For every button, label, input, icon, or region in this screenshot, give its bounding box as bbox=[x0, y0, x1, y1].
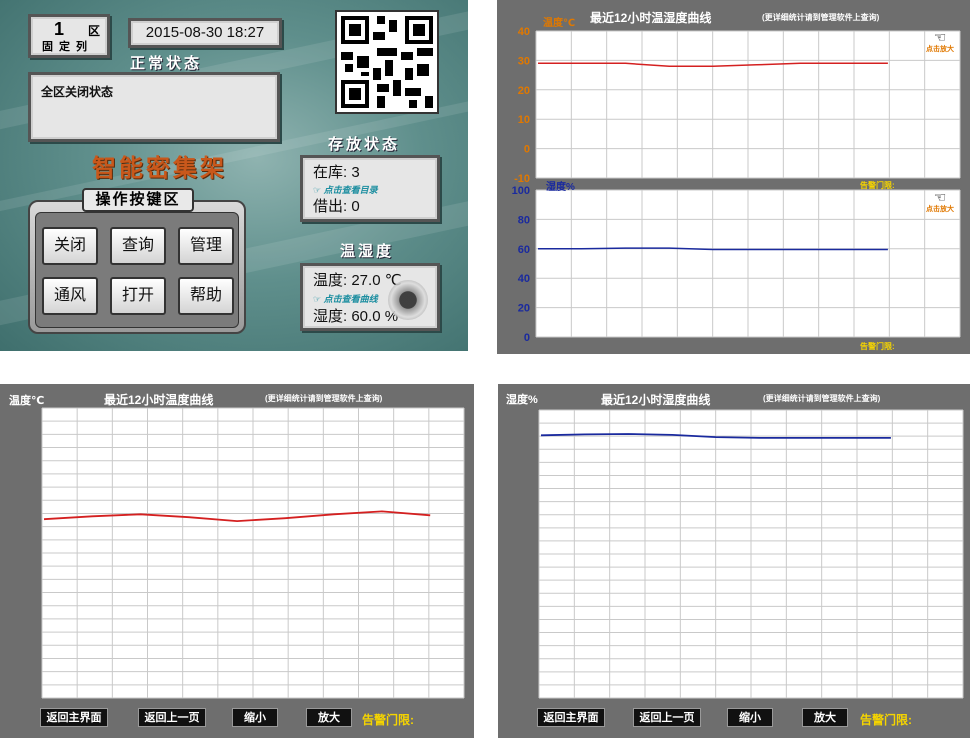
zone-unit: 区 bbox=[88, 24, 101, 38]
y-tick-label: 100 bbox=[512, 185, 530, 197]
temp-zoom-in-button[interactable]: 放大 bbox=[306, 708, 352, 727]
zoom-humidity-chart[interactable]: ☜ 点击放大 bbox=[922, 190, 958, 214]
zoom-temp-chart[interactable]: ☜ 点击放大 bbox=[922, 30, 958, 54]
knob-icon bbox=[388, 280, 428, 320]
operations-title: 操作按键区 bbox=[82, 188, 194, 212]
in-stock-label: 在库: bbox=[313, 164, 348, 181]
state-title: 正常状态 bbox=[130, 55, 203, 72]
catalog-hint[interactable]: 点击查看目录 bbox=[324, 185, 378, 195]
zoom-hint-label: 点击放大 bbox=[926, 206, 954, 213]
pointer-hand-icon: ☜ bbox=[933, 29, 947, 45]
y-tick-label: 40 bbox=[518, 26, 530, 38]
temp-zoom-out-button[interactable]: 缩小 bbox=[232, 708, 278, 727]
lent-label: 借出: bbox=[313, 198, 348, 215]
pointer-hand-icon: ☜ bbox=[933, 189, 947, 205]
temp-alarm-label: 告警门限: bbox=[362, 713, 414, 727]
zone-number: 1 bbox=[54, 19, 65, 39]
humidity-alarm-label: 告警门限: bbox=[860, 713, 912, 727]
lent-value: 0 bbox=[351, 198, 360, 215]
y-tick-label: 0 bbox=[524, 332, 530, 344]
close-button[interactable]: 关闭 bbox=[42, 227, 98, 265]
environment-title: 温湿度 bbox=[340, 243, 395, 260]
manage-button[interactable]: 管理 bbox=[178, 227, 234, 265]
y-tick-label: 20 bbox=[518, 303, 530, 315]
temp-label: 温度: bbox=[313, 272, 348, 289]
y-tick-label: 40 bbox=[518, 273, 530, 285]
dual-chart-svg: 403020100-10 100806040200 bbox=[512, 26, 961, 344]
temp-home-button[interactable]: 返回主界面 bbox=[40, 708, 108, 727]
curve-hint[interactable]: 点击查看曲线 bbox=[324, 294, 378, 304]
ventilate-button[interactable]: 通风 bbox=[42, 277, 98, 315]
dual-humidity-axis-label: 湿度% bbox=[546, 182, 575, 193]
y-tick-label: 30 bbox=[518, 55, 530, 67]
humidity-back-button[interactable]: 返回上一页 bbox=[633, 708, 701, 727]
query-button[interactable]: 查询 bbox=[110, 227, 166, 265]
y-tick-label: 10 bbox=[518, 114, 530, 126]
dual-temp-alarm-label: 告警门限: bbox=[860, 181, 895, 190]
zone-type: 固定列 bbox=[42, 41, 93, 53]
qr-code-icon bbox=[335, 10, 439, 114]
humidity-home-button[interactable]: 返回主界面 bbox=[537, 708, 605, 727]
humidity-label: 湿度: bbox=[313, 308, 348, 325]
open-button[interactable]: 打开 bbox=[110, 277, 166, 315]
humidity-zoom-in-button[interactable]: 放大 bbox=[802, 708, 848, 727]
y-tick-label: -10 bbox=[514, 173, 530, 185]
humidity-chart-svg bbox=[538, 409, 964, 699]
y-tick-label: 0 bbox=[524, 144, 530, 156]
humidity-value: 60.0 bbox=[351, 308, 381, 325]
help-button[interactable]: 帮助 bbox=[178, 277, 234, 315]
temperature-chart-svg bbox=[41, 407, 465, 699]
temp-value: 27.0 bbox=[351, 272, 381, 289]
brand-title: 智能密集架 bbox=[92, 155, 227, 182]
storage-box[interactable]: 在库: 3 ☞ 点击查看目录 借出: 0 bbox=[300, 155, 440, 222]
storage-title: 存放状态 bbox=[328, 136, 401, 153]
zoom-hint-label: 点击放大 bbox=[926, 46, 954, 53]
dual-humidity-alarm-label: 告警门限: bbox=[860, 342, 895, 351]
pointer-hand-icon: ☞ bbox=[313, 185, 322, 195]
pointer-hand-icon: ☞ bbox=[313, 294, 322, 304]
y-tick-label: 20 bbox=[518, 85, 530, 97]
datetime-display: 2015-08-30 18:27 bbox=[128, 18, 282, 48]
humidity-zoom-out-button[interactable]: 缩小 bbox=[727, 708, 773, 727]
y-tick-label: 80 bbox=[518, 214, 530, 226]
state-message: 全区关闭状态 bbox=[28, 72, 280, 142]
temp-back-button[interactable]: 返回上一页 bbox=[138, 708, 206, 727]
in-stock-value: 3 bbox=[351, 164, 360, 181]
dual-temp-axis-label: 温度℃ bbox=[543, 18, 576, 29]
y-tick-label: 60 bbox=[518, 244, 530, 256]
